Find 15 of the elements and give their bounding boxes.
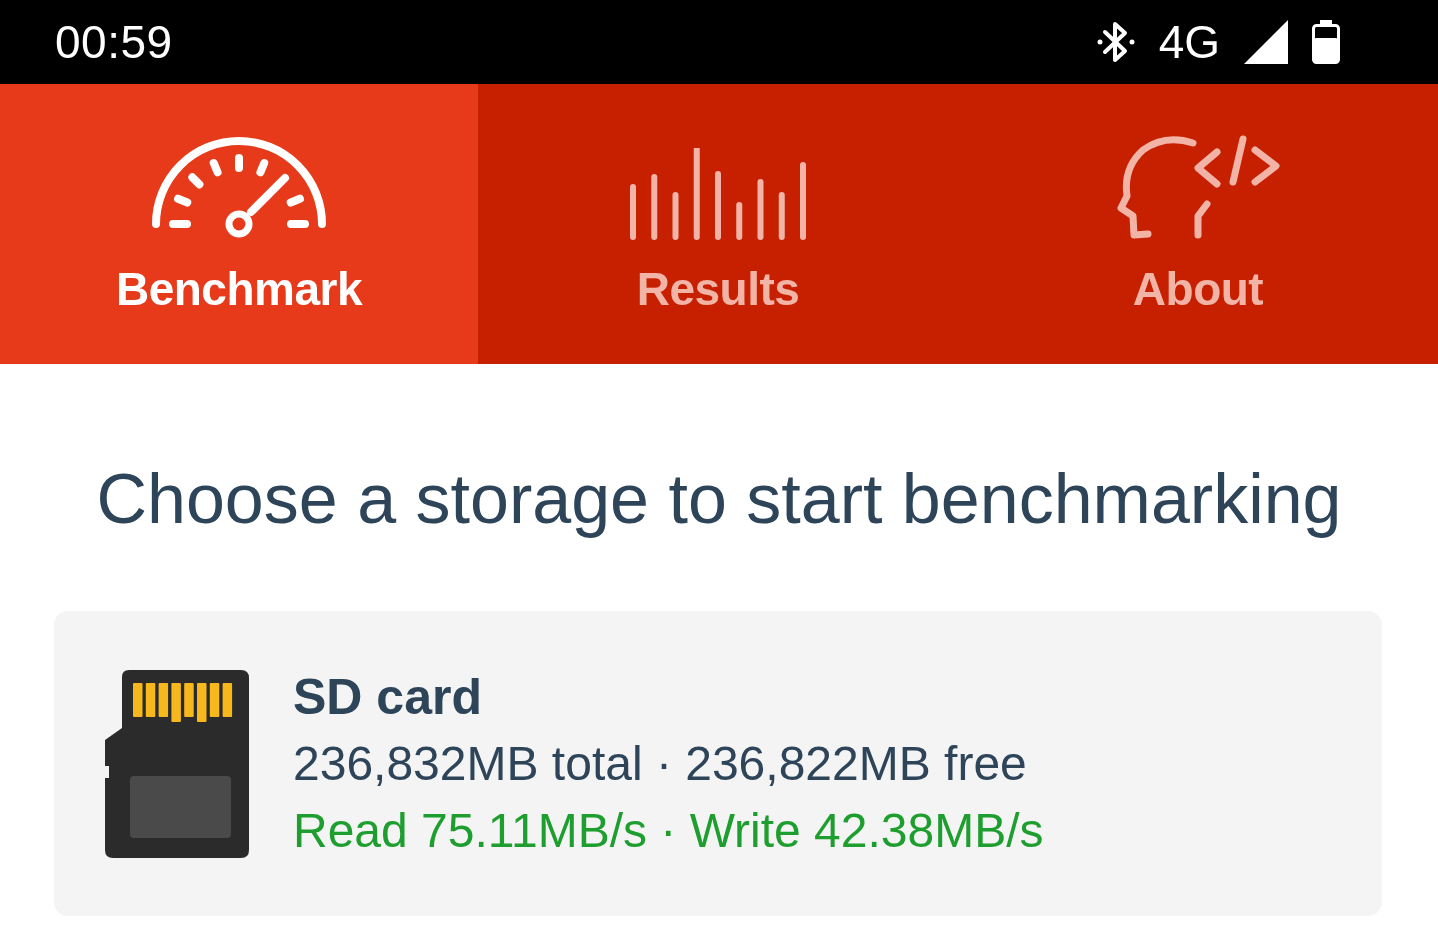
storage-card[interactable]: SD card 236,832MB total · 236,822MB free Read 75.11MB/s · Write 42.38MB/s (54, 611, 1382, 916)
storage-capacity: 236,832MB total · 236,822MB free (293, 736, 1028, 792)
bar-chart-icon (629, 148, 807, 240)
sd-card-icon (105, 670, 249, 858)
storage-name: SD card (293, 668, 483, 727)
network-type: 4G (1158, 15, 1220, 69)
bluetooth-icon (1096, 20, 1135, 64)
tab[interactable]: Benchmark (0, 84, 478, 364)
signal-icon (1244, 20, 1288, 64)
battery-icon (1312, 20, 1340, 64)
page-heading: Choose a storage to start benchmarking (95, 460, 1343, 538)
speedometer-icon (151, 136, 327, 240)
head-code-icon (1115, 134, 1281, 240)
storage-speed: Read 75.11MB/s · Write 42.38MB/s (293, 803, 1044, 859)
clock-time: 00:59 (55, 15, 173, 69)
